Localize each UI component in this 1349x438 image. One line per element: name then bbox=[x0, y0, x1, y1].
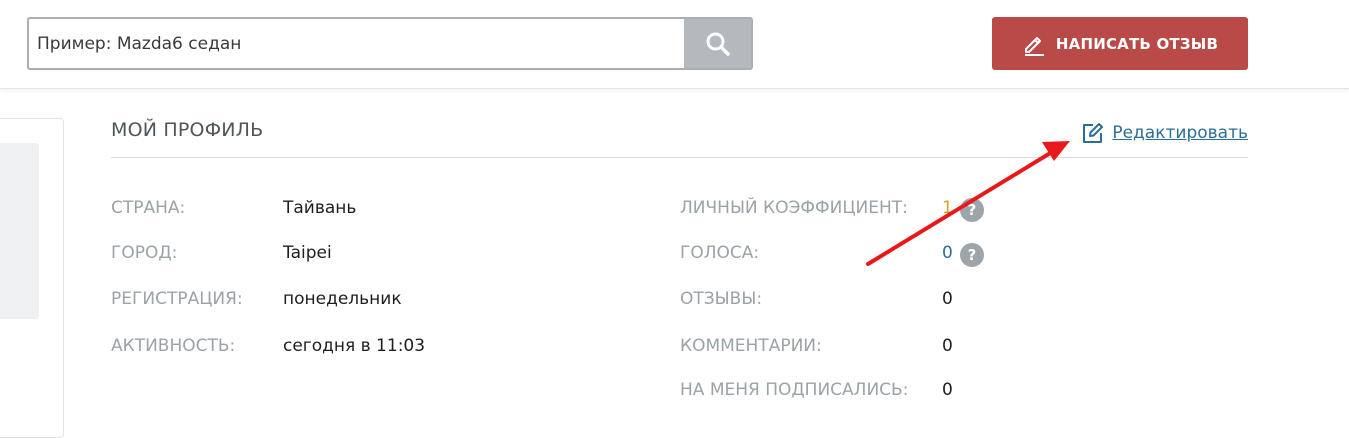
search-bar bbox=[27, 17, 753, 70]
activity-label: АКТИВНОСТЬ: bbox=[111, 336, 236, 356]
edit-profile-link[interactable]: Редактировать bbox=[1081, 121, 1248, 145]
write-review-label: НАПИСАТЬ ОТЗЫВ bbox=[1055, 34, 1219, 53]
followers-label: НА МЕНЯ ПОДПИСАЛИСЬ: bbox=[680, 380, 909, 400]
search-icon bbox=[706, 32, 730, 56]
votes-label: ГОЛОСА: bbox=[680, 243, 760, 263]
activity-value: сегодня в 11:03 bbox=[283, 336, 426, 356]
reviews-value: 0 bbox=[942, 289, 953, 309]
top-header: НАПИСАТЬ ОТЗЫВ bbox=[0, 0, 1349, 89]
coefficient-help-icon[interactable]: ? bbox=[960, 198, 984, 222]
comments-label: КОММЕНТАРИИ: bbox=[680, 336, 822, 356]
write-review-button[interactable]: НАПИСАТЬ ОТЗЫВ bbox=[992, 17, 1248, 70]
search-button[interactable] bbox=[684, 19, 751, 68]
followers-value: 0 bbox=[942, 380, 953, 400]
registration-label: РЕГИСТРАЦИЯ: bbox=[111, 289, 243, 309]
registration-value: понедельник bbox=[283, 289, 402, 309]
votes-value[interactable]: 0 bbox=[942, 243, 953, 263]
reviews-label: ОТЗЫВЫ: bbox=[680, 289, 763, 309]
city-value: Taipei bbox=[283, 243, 332, 263]
search-input[interactable] bbox=[29, 19, 684, 68]
country-label: СТРАНА: bbox=[111, 198, 186, 218]
edit-icon bbox=[1083, 123, 1104, 143]
personal-coefficient-value: 1 bbox=[942, 198, 953, 218]
pencil-icon bbox=[1024, 36, 1044, 56]
comments-value: 0 bbox=[942, 336, 953, 356]
votes-help-icon[interactable]: ? bbox=[960, 243, 984, 267]
edit-profile-label: Редактировать bbox=[1112, 123, 1248, 143]
left-panel-placeholder bbox=[0, 143, 39, 319]
profile-title: МОЙ ПРОФИЛЬ bbox=[111, 119, 264, 141]
city-label: ГОРОД: bbox=[111, 243, 178, 263]
country-value: Тайвань bbox=[283, 198, 357, 218]
title-divider bbox=[111, 157, 1248, 158]
personal-coefficient-label: ЛИЧНЫЙ КОЭФФИЦИЕНТ: bbox=[680, 198, 908, 218]
left-side-panel bbox=[0, 118, 64, 438]
